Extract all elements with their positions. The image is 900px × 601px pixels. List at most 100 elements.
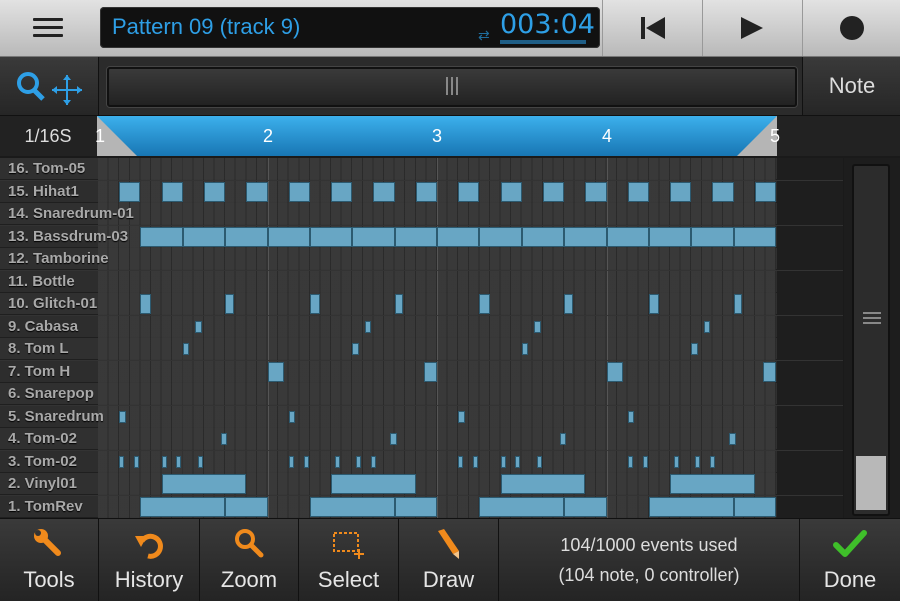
play-button[interactable] — [702, 0, 803, 56]
note-block[interactable] — [309, 226, 353, 247]
select-button[interactable]: Select — [299, 519, 399, 601]
note-block[interactable] — [288, 181, 310, 202]
note-block[interactable] — [674, 455, 680, 468]
note-block[interactable] — [754, 181, 776, 202]
note-block[interactable] — [119, 410, 126, 423]
note-block[interactable] — [479, 294, 490, 314]
note-block[interactable] — [515, 455, 521, 468]
track-row[interactable]: 14. Snaredrum-01 — [0, 203, 843, 225]
track-label[interactable]: 15. Hihat1 — [8, 183, 79, 200]
note-block[interactable] — [140, 294, 151, 314]
track-label[interactable]: 16. Tom-05 — [8, 160, 85, 177]
track-label[interactable]: 9. Cabasa — [8, 318, 78, 335]
track-label[interactable]: 5. Snaredrum — [8, 408, 104, 425]
track-row[interactable]: 13. Bassdrum-03 — [0, 225, 843, 248]
note-block[interactable] — [267, 226, 310, 247]
note-block[interactable] — [585, 181, 607, 202]
note-block[interactable] — [627, 181, 649, 202]
note-block[interactable] — [140, 226, 183, 247]
track-row[interactable]: 11. Bottle — [0, 270, 843, 293]
note-block[interactable] — [176, 455, 182, 468]
track-label[interactable]: 11. Bottle — [8, 273, 75, 290]
rewind-button[interactable] — [602, 0, 703, 56]
note-block[interactable] — [331, 181, 353, 202]
note-block[interactable] — [534, 320, 541, 333]
note-block[interactable] — [371, 455, 377, 468]
note-block[interactable] — [479, 226, 522, 247]
note-block[interactable] — [134, 455, 140, 468]
track-label[interactable]: 14. Snaredrum-01 — [8, 205, 134, 222]
loop-range[interactable]: 1 2 3 4 5 — [95, 116, 780, 156]
note-block[interactable] — [564, 294, 573, 314]
note-block[interactable] — [161, 181, 183, 202]
note-block[interactable] — [394, 294, 404, 314]
track-label[interactable]: 4. Tom-02 — [8, 430, 77, 447]
track-row[interactable]: 3. Tom-02 — [0, 450, 843, 473]
track-label[interactable]: 13. Bassdrum-03 — [8, 228, 128, 245]
note-block[interactable] — [691, 226, 734, 247]
track-label[interactable]: 7. Tom H — [8, 363, 70, 380]
vertical-scroll-thumb[interactable] — [856, 456, 886, 510]
note-block[interactable] — [648, 294, 660, 314]
zoom-move-button[interactable] — [0, 57, 99, 115]
track-row[interactable]: 9. Cabasa — [0, 315, 843, 338]
note-block[interactable] — [729, 433, 736, 445]
note-block[interactable] — [195, 320, 202, 333]
note-block[interactable] — [500, 474, 586, 494]
quantize-label[interactable]: 1/16S — [0, 116, 96, 156]
track-row[interactable]: 2. Vinyl01 — [0, 473, 843, 495]
note-block[interactable] — [335, 455, 341, 468]
note-block[interactable] — [203, 181, 226, 202]
scroll-grip-icon[interactable] — [444, 77, 460, 95]
timeline-ruler[interactable]: 1/16S 1 2 3 4 5 — [0, 116, 900, 156]
zoom-button[interactable]: Zoom — [200, 519, 299, 601]
note-block[interactable] — [733, 294, 743, 314]
note-block[interactable] — [197, 455, 203, 468]
note-block[interactable] — [182, 343, 190, 355]
pattern-display[interactable]: Pattern 09 (track 9) ⇄ 003:04 — [100, 7, 600, 48]
note-block[interactable] — [627, 410, 635, 423]
note-block[interactable] — [246, 181, 268, 202]
note-block[interactable] — [648, 226, 692, 247]
note-block[interactable] — [225, 226, 268, 247]
note-block[interactable] — [390, 433, 397, 445]
record-button[interactable] — [802, 0, 900, 56]
track-label[interactable]: 2. Vinyl01 — [8, 475, 77, 492]
note-block[interactable] — [161, 474, 247, 494]
note-block[interactable] — [458, 455, 464, 468]
vertical-grip-icon[interactable] — [863, 312, 881, 326]
note-block[interactable] — [691, 343, 698, 355]
note-block[interactable] — [695, 455, 701, 468]
note-block[interactable] — [119, 181, 141, 202]
note-block[interactable] — [521, 226, 565, 247]
horizontal-scrollbar[interactable] — [107, 67, 797, 107]
track-row[interactable]: 12. Tamborine — [0, 248, 843, 270]
note-block[interactable] — [331, 474, 416, 494]
note-block[interactable] — [473, 455, 479, 468]
track-label[interactable]: 1. TomRev — [8, 498, 83, 515]
note-block[interactable] — [521, 343, 529, 355]
track-row[interactable]: 7. Tom H — [0, 360, 843, 383]
note-block[interactable] — [733, 226, 776, 247]
note-block[interactable] — [606, 361, 624, 382]
track-row[interactable]: 4. Tom-02 — [0, 428, 843, 450]
note-block[interactable] — [352, 226, 395, 247]
done-button[interactable]: Done — [800, 519, 900, 601]
note-block[interactable] — [458, 181, 480, 202]
note-block[interactable] — [309, 294, 321, 314]
note-block[interactable] — [703, 320, 711, 333]
track-row[interactable]: 6. Snarepop — [0, 383, 843, 405]
note-block[interactable] — [642, 455, 648, 468]
note-block[interactable] — [536, 455, 542, 468]
note-block[interactable] — [564, 496, 607, 517]
history-button[interactable]: History — [99, 519, 200, 601]
track-label[interactable]: 10. Glitch-01 — [8, 295, 97, 312]
track-label[interactable]: 8. Tom L — [8, 340, 69, 357]
track-label[interactable]: 6. Snarepop — [8, 385, 94, 402]
vertical-scrollbar[interactable] — [852, 164, 890, 516]
note-block[interactable] — [670, 474, 755, 494]
note-block[interactable] — [225, 294, 234, 314]
note-block[interactable] — [606, 226, 649, 247]
note-block[interactable] — [288, 455, 294, 468]
note-block[interactable] — [712, 181, 734, 202]
